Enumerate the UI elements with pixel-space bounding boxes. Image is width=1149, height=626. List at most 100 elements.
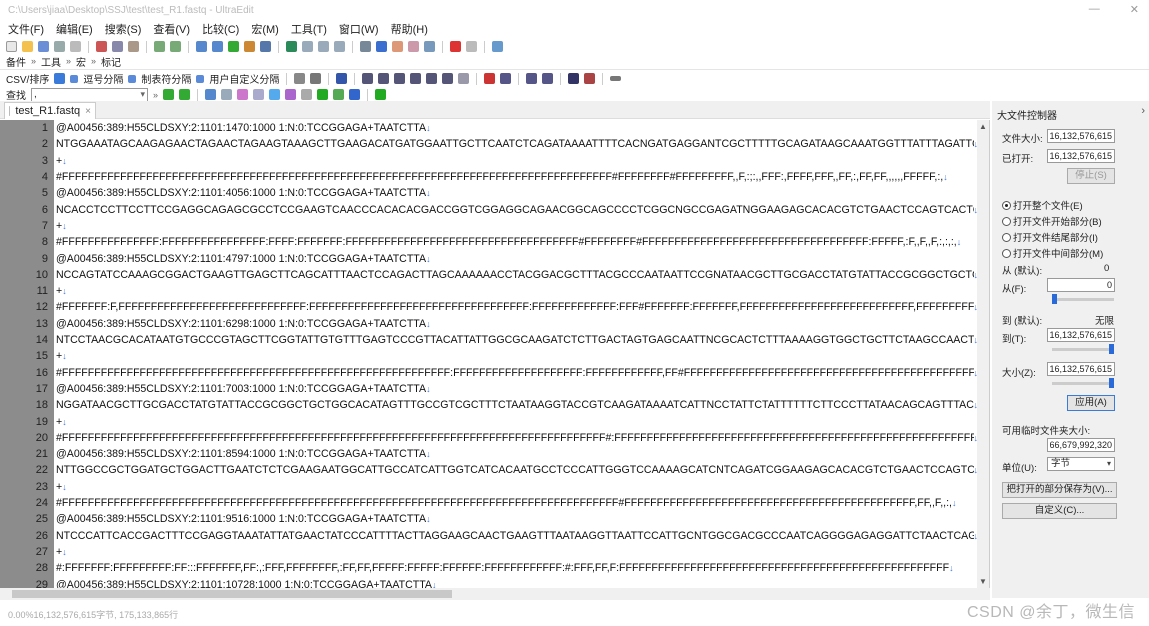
chevron-down-icon[interactable]: ▾ [140, 89, 145, 100]
list-lines-icon[interactable] [269, 89, 281, 100]
open-file-end-radio[interactable]: 打开文件结尾部分(I) [1002, 230, 1098, 244]
ftp-icon[interactable] [408, 41, 419, 52]
open-file-middle-radio[interactable]: 打开文件中间部分(M) [1002, 246, 1103, 260]
insert-col-icon[interactable] [526, 73, 538, 84]
undo-icon[interactable] [154, 41, 165, 52]
editor-line[interactable]: 2 NTGGAAATAGCAAGAGAACTAGAACTAGAAGTAAAGCTT… [0, 136, 978, 152]
open-whole-file-radio[interactable]: 打开整个文件(E) [1002, 198, 1083, 212]
search-icon[interactable] [205, 89, 217, 100]
find-next-icon[interactable] [212, 41, 223, 52]
stop-button[interactable]: 停止(S) [1067, 168, 1115, 184]
match-case-icon[interactable] [221, 89, 233, 100]
save-icon[interactable] [38, 41, 49, 52]
horizontal-scroll-thumb[interactable] [12, 590, 452, 598]
open-folder-icon[interactable] [22, 41, 33, 52]
menu-search[interactable]: 搜索(S) [105, 21, 142, 37]
redo-icon[interactable] [170, 41, 181, 52]
sort-num-icon[interactable] [394, 73, 406, 84]
editor-line[interactable]: 1 @A00456:389:H55CLDSXY:2:1101:1470:1000 … [0, 120, 978, 136]
editor-line[interactable]: 4 #FFFFFFFFFFFFFFFFFFFFFFFFFFFFFFFFFFFFFF… [0, 169, 978, 185]
select-all-icon[interactable] [301, 89, 313, 100]
view-grid-icon[interactable] [584, 73, 596, 84]
editor-line[interactable]: 24 #FFFFFFFFFFFFFFFFFFFFFFFFFFFFFFFFFFFFF… [0, 495, 978, 511]
editor-line[interactable]: 3 + ↓ [0, 153, 978, 169]
new-file-icon[interactable] [6, 41, 17, 52]
filter-icon[interactable] [260, 41, 271, 52]
sort-desc-icon[interactable] [378, 73, 390, 84]
sort-asc-icon[interactable] [362, 73, 374, 84]
comma-separated-button[interactable]: 逗号分隔 [83, 71, 123, 86]
refresh-icon[interactable] [294, 73, 306, 84]
menu-macro[interactable]: 宏(M) [251, 21, 279, 37]
find-options-icon[interactable]: » [153, 90, 158, 100]
mark-icon[interactable] [317, 89, 329, 100]
save-all-icon[interactable] [54, 41, 65, 52]
close-tab-icon[interactable]: × [85, 106, 91, 117]
chevron-right-icon[interactable]: » [31, 56, 36, 66]
menu-edit[interactable]: 编辑(E) [56, 21, 93, 37]
toolbar-tab-macro[interactable]: 宏 [76, 54, 86, 69]
size-input[interactable]: 16,132,576,615 [1047, 362, 1115, 376]
editor-line[interactable]: 21 @A00456:389:H55CLDSXY:2:1101:8594:1000… [0, 446, 978, 462]
find-next-icon[interactable] [179, 89, 191, 100]
editor-line[interactable]: 29 @A00456:389:H55CLDSXY:2:1101:10728:100… [0, 576, 978, 588]
editor-line[interactable]: 19 + ↓ [0, 413, 978, 429]
apply-button[interactable]: 应用(A) [1067, 395, 1115, 411]
toolbar-tab-file[interactable]: 备件 [6, 54, 26, 69]
chevron-right-icon[interactable]: » [91, 56, 96, 66]
scroll-down-icon[interactable]: ▼ [979, 577, 987, 586]
chevron-right-icon[interactable]: » [66, 56, 71, 66]
customize-button[interactable]: 自定义(C)... [1002, 503, 1117, 519]
view-list-icon[interactable] [568, 73, 580, 84]
open-file-start-radio[interactable]: 打开文件开始部分(B) [1002, 214, 1102, 228]
editor-line[interactable]: 28 #:FFFFFFF:FFFFFFFFF:FF:::FFFFFFF,FF:,:… [0, 560, 978, 576]
regex-icon[interactable] [237, 89, 249, 100]
options-dropdown-icon[interactable] [610, 76, 622, 81]
find-input[interactable]: , ▾ [31, 87, 148, 102]
settings-icon[interactable] [424, 41, 435, 52]
editor-line[interactable]: 25 @A00456:389:H55CLDSXY:2:1101:9516:1000… [0, 511, 978, 527]
from-input[interactable]: 0 [1047, 278, 1115, 292]
editor-line[interactable]: 10 NCCAGTATCCAAAGCGGACTGAAGTTGAGCTTCAGCAT… [0, 267, 978, 283]
vertical-scrollbar[interactable]: ▲ ▼ [977, 120, 989, 588]
close-window-icon[interactable]: ✕ [1130, 3, 1139, 16]
editor-line[interactable]: 27 + ↓ [0, 544, 978, 560]
delete-col-icon[interactable] [542, 73, 554, 84]
menu-tools[interactable]: 工具(T) [291, 21, 327, 37]
editor-line[interactable]: 15 + ↓ [0, 348, 978, 364]
highlight-all-icon[interactable] [285, 89, 297, 100]
cut-icon[interactable] [96, 41, 107, 52]
horizontal-scrollbar[interactable] [0, 588, 990, 600]
menu-window[interactable]: 窗口(W) [339, 21, 379, 37]
toolbar-tab-bookmark[interactable]: 标记 [101, 54, 121, 69]
minimize-icon[interactable]: — [1089, 3, 1100, 16]
sort-num-desc-icon[interactable] [410, 73, 422, 84]
editor-line[interactable]: 14 NTCCTAACGCACATAATGTGCCCGTAGCTTCGGTATTG… [0, 332, 978, 348]
csv-sort-button[interactable]: CSV/排序 [6, 71, 49, 86]
count-icon[interactable] [349, 89, 361, 100]
editor-line[interactable]: 16 #FFFFFFFFFFFFFFFFFFFFFFFFFFFFFFFFFFFFF… [0, 365, 978, 381]
macro-icon[interactable] [360, 41, 371, 52]
editor-line[interactable]: 11 + ↓ [0, 283, 978, 299]
editor-line[interactable]: 13 @A00456:389:H55CLDSXY:2:1101:6298:1000… [0, 316, 978, 332]
editor-line[interactable]: 6 NCACCTCCTTCCTTCCGAGGCAGAGCGCCTCCGAAGTCA… [0, 202, 978, 218]
run-icon[interactable] [375, 89, 387, 100]
help-icon[interactable] [492, 41, 503, 52]
word-wrap-icon[interactable] [334, 41, 345, 52]
from-slider[interactable] [1052, 294, 1114, 304]
menu-compare[interactable]: 比较(C) [202, 21, 239, 37]
copy-icon[interactable] [112, 41, 123, 52]
print-icon[interactable] [70, 41, 81, 52]
editor-line[interactable]: 22 NTTGGCCGCTGGATGCTGGACTTGAATCTCTCGAAGAA… [0, 462, 978, 478]
menu-file[interactable]: 文件(F) [8, 21, 44, 37]
find-icon[interactable] [196, 41, 207, 52]
editor-line[interactable]: 17 @A00456:389:H55CLDSXY:2:1101:7003:1000… [0, 381, 978, 397]
format-icon[interactable] [458, 73, 470, 84]
hex-mode-icon[interactable] [302, 41, 313, 52]
find-in-files-icon[interactable] [244, 41, 255, 52]
editor-line[interactable]: 8 #FFFFFFFFFFFFFFF:FFFFFFFFFFFFFFFF:FFFF:… [0, 234, 978, 250]
custom-separated-button[interactable]: 用户自定义分隔 [209, 71, 279, 86]
to-slider-knob[interactable] [1109, 344, 1114, 354]
editor-line[interactable]: 26 NTCCCATTCACCGACTTTCCGAGGTAAATATTATGAAC… [0, 528, 978, 544]
to-input[interactable]: 16,132,576,615 [1047, 328, 1115, 342]
